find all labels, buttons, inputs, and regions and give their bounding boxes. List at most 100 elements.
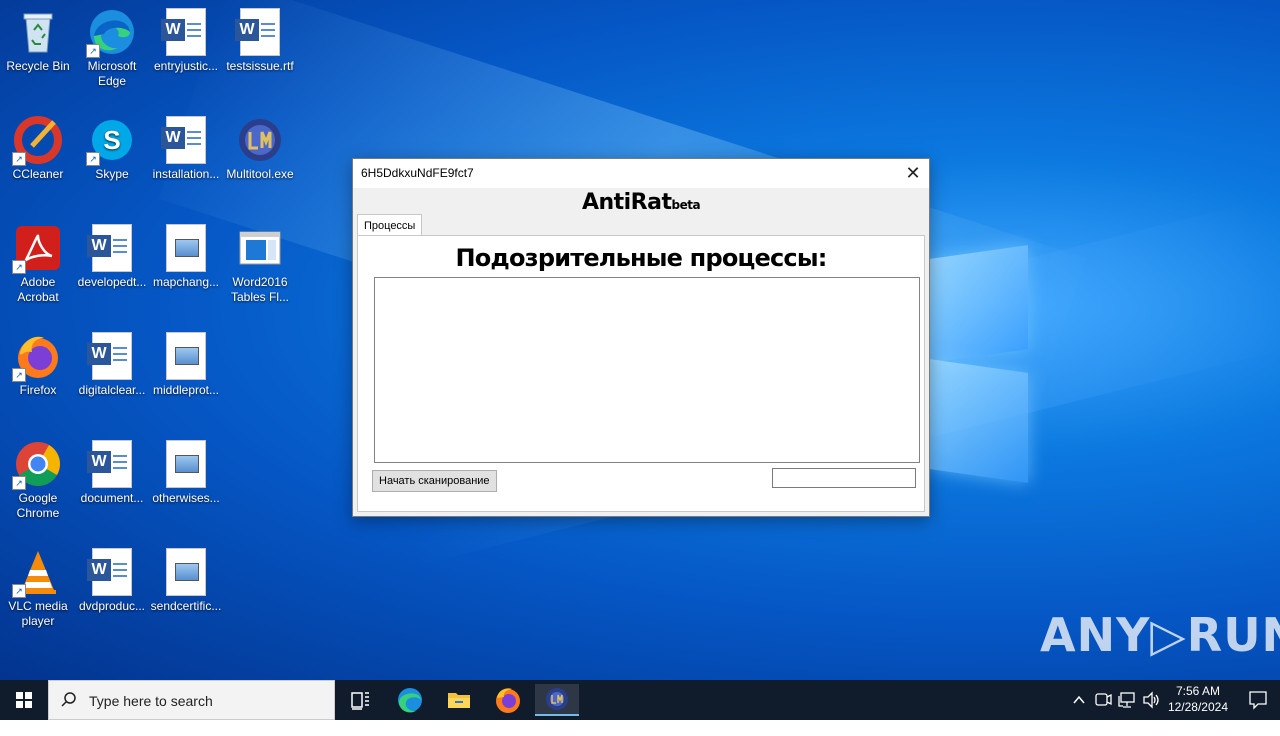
desktop-icon-label: entryjustic... (153, 59, 219, 73)
word-document-icon: W (161, 116, 210, 164)
desktop-icon-label: developedt... (77, 275, 147, 289)
word-document-icon: W (87, 548, 136, 596)
word-document-icon: W (235, 8, 284, 56)
edge-icon (398, 688, 422, 713)
desktop-icon-word2016-tables[interactable]: Word2016 Tables Fl... (222, 224, 298, 305)
image-file-icon (162, 440, 210, 488)
network-button[interactable] (1117, 680, 1137, 720)
shortcut-arrow-icon: ↗ (86, 152, 100, 166)
desktop-icon-skype[interactable]: S ↗ Skype (74, 116, 150, 182)
desktop-icon-label: testsissue.rtf (226, 59, 294, 73)
desktop-icon-document[interactable]: W developedt... (74, 224, 150, 290)
taskbar-firefox-button[interactable] (486, 684, 530, 716)
desktop-icon-document[interactable]: W testsissue.rtf (222, 8, 298, 74)
tab-panel-processes: Подозрительные процессы: Начать сканиров… (357, 235, 925, 512)
desktop-icon-edge[interactable]: ↗ Microsoft Edge (74, 8, 150, 89)
desktop-icon-vlc[interactable]: ↗ VLC media player (0, 548, 76, 629)
word-document-icon: W (87, 224, 136, 272)
window-titlebar[interactable]: 6H5DdkxuNdFE9fct7 ✕ (353, 159, 929, 188)
start-scan-button[interactable]: Начать сканирование (372, 470, 497, 492)
desktop-icon-image-file[interactable]: middleprot... (148, 332, 224, 398)
taskbar-file-explorer-button[interactable] (437, 684, 481, 716)
desktop-icon-label: middleprot... (152, 383, 220, 397)
taskbar-antirat-button[interactable] (535, 684, 579, 716)
app-title: AntiRatbeta (353, 190, 929, 215)
antirat-app-icon (546, 688, 568, 710)
suspicious-processes-list[interactable] (374, 277, 920, 463)
task-view-button[interactable] (338, 684, 382, 716)
antirat-window: 6H5DdkxuNdFE9fct7 ✕ AntiRatbeta Процессы… (352, 158, 930, 517)
word-document-icon: W (161, 8, 210, 56)
taskbar-clock[interactable]: 7:56 AM 12/28/2024 (1168, 683, 1228, 715)
image-file-icon (162, 224, 210, 272)
taskbar: 7:56 AM 12/28/2024 (0, 680, 1280, 720)
desktop-icon-label: Recycle Bin (6, 59, 70, 73)
shortcut-arrow-icon: ↗ (86, 44, 100, 58)
desktop-icon-multitool[interactable]: Multitool.exe (222, 116, 298, 182)
vlc-icon: ↗ (12, 548, 62, 598)
desktop-icon-label: sendcertific... (150, 599, 222, 613)
firefox-icon (496, 688, 520, 713)
notification-center-button[interactable] (1248, 690, 1268, 715)
anyrun-watermark: ANY▷RUN (1040, 608, 1280, 662)
desktop-icon-label: Skype (95, 167, 129, 181)
acrobat-icon: ↗ (12, 224, 62, 274)
start-button[interactable] (0, 680, 48, 720)
windows-start-icon (16, 692, 32, 708)
task-view-icon (351, 692, 369, 710)
meet-now-button[interactable] (1093, 680, 1113, 720)
window-title: 6H5DdkxuNdFE9fct7 (361, 166, 474, 180)
desktop-icon-label: Multitool.exe (226, 167, 294, 181)
desktop-icon-ccleaner[interactable]: ↗ CCleaner (0, 116, 76, 182)
desktop-icon-label: mapchang... (152, 275, 220, 289)
volume-button[interactable] (1141, 680, 1161, 720)
edge-icon: ↗ (86, 8, 136, 58)
word-document-icon: W (87, 332, 136, 380)
desktop-icon-document[interactable]: W document... (74, 440, 150, 506)
desktop-icon-document[interactable]: W installation... (148, 116, 224, 182)
clock-date: 12/28/2024 (1167, 700, 1228, 714)
desktop-icon-label: otherwises... (152, 491, 220, 505)
desktop-icon-recycle-bin[interactable]: Recycle Bin (0, 8, 76, 74)
desktop-icon-label: document... (80, 491, 144, 505)
network-icon (1118, 692, 1135, 708)
multitool-app-icon (236, 116, 284, 164)
taskbar-search-box[interactable] (48, 680, 335, 720)
desktop-icon-image-file[interactable]: otherwises... (148, 440, 224, 506)
shortcut-arrow-icon: ↗ (12, 368, 26, 382)
desktop-icon-document[interactable]: W dvdproduc... (74, 548, 150, 614)
desktop-icon-label: installation... (152, 167, 220, 181)
camera-icon (1095, 693, 1112, 706)
desktop-icon-image-file[interactable]: sendcertific... (148, 548, 224, 614)
speaker-icon (1143, 691, 1159, 709)
desktop-icon-label: dvdproduc... (78, 599, 146, 613)
desktop-icon-document[interactable]: W digitalclear... (74, 332, 150, 398)
window-file-icon (236, 224, 284, 272)
show-hidden-icons-button[interactable] (1070, 680, 1088, 720)
desktop-icon-document[interactable]: W entryjustic... (148, 8, 224, 74)
app-name: AntiRat (581, 190, 672, 215)
desktop-icon-firefox[interactable]: ↗ Firefox (0, 332, 76, 398)
recycle-bin-icon (14, 8, 62, 56)
notification-icon (1249, 691, 1267, 710)
desktop-icon-label: CCleaner (12, 167, 64, 181)
close-icon[interactable]: ✕ (897, 159, 929, 188)
search-input[interactable] (87, 690, 331, 712)
desktop-icon-label: VLC media player (8, 599, 68, 628)
tab-processes[interactable]: Процессы (357, 214, 423, 237)
taskbar-edge-button[interactable] (388, 684, 432, 716)
desktop-icon-chrome[interactable]: ↗ Google Chrome (0, 440, 76, 521)
scan-status-field (772, 468, 916, 488)
desktop-icon-acrobat[interactable]: ↗ Adobe Acrobat (0, 224, 76, 305)
search-icon (61, 691, 77, 712)
folder-icon (448, 693, 470, 708)
desktop-icon-label: digitalclear... (78, 383, 146, 397)
chrome-icon: ↗ (12, 440, 62, 490)
shortcut-arrow-icon: ↗ (12, 260, 26, 274)
desktop-icon-image-file[interactable]: mapchang... (148, 224, 224, 290)
image-file-icon (162, 548, 210, 596)
ccleaner-icon: ↗ (12, 116, 62, 166)
desktop-icon-label: Microsoft Edge (87, 59, 137, 88)
desktop-icon-label: Google Chrome (16, 491, 60, 520)
desktop-icon-label: Firefox (19, 383, 57, 397)
